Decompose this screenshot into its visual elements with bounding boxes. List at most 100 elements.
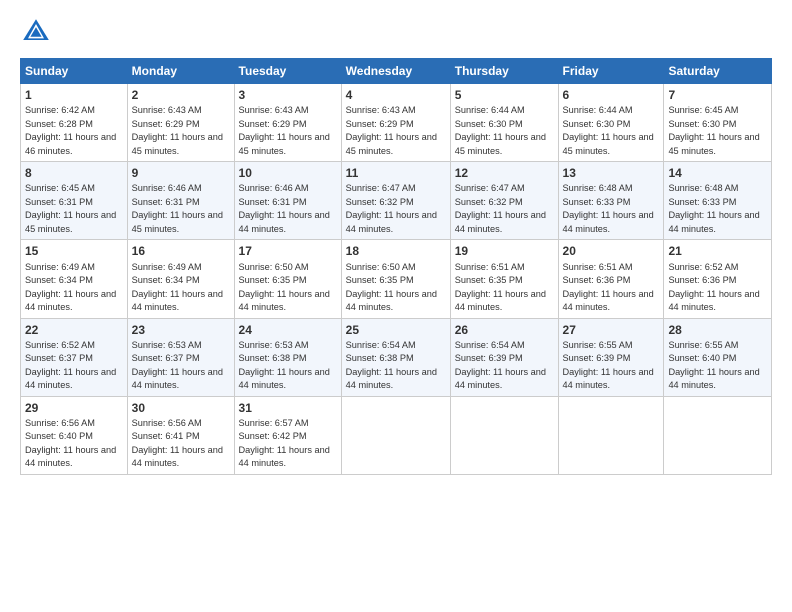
day-detail: Sunrise: 6:45 AM Sunset: 6:30 PM Dayligh… (668, 105, 759, 156)
day-detail: Sunrise: 6:50 AM Sunset: 6:35 PM Dayligh… (346, 262, 437, 313)
day-detail: Sunrise: 6:51 AM Sunset: 6:35 PM Dayligh… (455, 262, 546, 313)
calendar-cell: 19Sunrise: 6:51 AM Sunset: 6:35 PM Dayli… (450, 240, 558, 318)
column-header-saturday: Saturday (664, 59, 772, 84)
day-detail: Sunrise: 6:43 AM Sunset: 6:29 PM Dayligh… (239, 105, 330, 156)
header (20, 16, 772, 48)
day-detail: Sunrise: 6:43 AM Sunset: 6:29 PM Dayligh… (132, 105, 223, 156)
day-number: 16 (132, 243, 230, 259)
calendar-cell: 30Sunrise: 6:56 AM Sunset: 6:41 PM Dayli… (127, 396, 234, 474)
column-header-friday: Friday (558, 59, 664, 84)
day-detail: Sunrise: 6:46 AM Sunset: 6:31 PM Dayligh… (239, 183, 330, 234)
day-number: 29 (25, 400, 123, 416)
calendar-cell: 23 Sunrise: 6:53 AM Sunset: 6:37 PM Dayli… (127, 318, 234, 396)
day-number: 6 (563, 87, 660, 103)
logo (20, 16, 56, 48)
calendar-cell: 6 Sunrise: 6:44 AM Sunset: 6:30 PM Daylig… (558, 84, 664, 162)
day-number: 14 (668, 165, 767, 181)
day-number: 22 (25, 322, 123, 338)
day-number: 31 (239, 400, 337, 416)
calendar-cell: 24 Sunrise: 6:53 AM Sunset: 6:38 PM Dayli… (234, 318, 341, 396)
calendar-cell: 4 Sunrise: 6:43 AM Sunset: 6:29 PM Daylig… (341, 84, 450, 162)
day-detail: Sunrise: 6:47 AM Sunset: 6:32 PM Dayligh… (346, 183, 437, 234)
day-number: 5 (455, 87, 554, 103)
day-number: 8 (25, 165, 123, 181)
day-number: 10 (239, 165, 337, 181)
calendar-cell: 20Sunrise: 6:51 AM Sunset: 6:36 PM Dayli… (558, 240, 664, 318)
day-detail: Sunrise: 6:47 AM Sunset: 6:32 PM Dayligh… (455, 183, 546, 234)
day-detail: Sunrise: 6:55 AM Sunset: 6:40 PM Dayligh… (668, 340, 759, 391)
day-detail: Sunrise: 6:53 AM Sunset: 6:38 PM Dayligh… (239, 340, 330, 391)
day-number: 3 (239, 87, 337, 103)
day-detail: Sunrise: 6:53 AM Sunset: 6:37 PM Dayligh… (132, 340, 223, 391)
day-detail: Sunrise: 6:46 AM Sunset: 6:31 PM Dayligh… (132, 183, 223, 234)
calendar-cell: 27Sunrise: 6:55 AM Sunset: 6:39 PM Dayli… (558, 318, 664, 396)
day-number: 9 (132, 165, 230, 181)
day-detail: Sunrise: 6:43 AM Sunset: 6:29 PM Dayligh… (346, 105, 437, 156)
day-detail: Sunrise: 6:42 AM Sunset: 6:28 PM Dayligh… (25, 105, 116, 156)
calendar-cell: 13 Sunrise: 6:48 AM Sunset: 6:33 PM Dayli… (558, 162, 664, 240)
day-detail: Sunrise: 6:44 AM Sunset: 6:30 PM Dayligh… (563, 105, 654, 156)
day-number: 2 (132, 87, 230, 103)
day-number: 26 (455, 322, 554, 338)
day-number: 13 (563, 165, 660, 181)
day-number: 18 (346, 243, 446, 259)
column-header-tuesday: Tuesday (234, 59, 341, 84)
calendar-week-5: 29Sunrise: 6:56 AM Sunset: 6:40 PM Dayli… (21, 396, 772, 474)
day-number: 23 (132, 322, 230, 338)
calendar-cell (558, 396, 664, 474)
column-header-wednesday: Wednesday (341, 59, 450, 84)
calendar-cell: 16 Sunrise: 6:49 AM Sunset: 6:34 PM Dayli… (127, 240, 234, 318)
day-detail: Sunrise: 6:51 AM Sunset: 6:36 PM Dayligh… (563, 262, 654, 313)
calendar-cell: 3 Sunrise: 6:43 AM Sunset: 6:29 PM Daylig… (234, 84, 341, 162)
day-detail: Sunrise: 6:57 AM Sunset: 6:42 PM Dayligh… (239, 418, 330, 469)
day-detail: Sunrise: 6:44 AM Sunset: 6:30 PM Dayligh… (455, 105, 546, 156)
calendar-week-4: 22Sunrise: 6:52 AM Sunset: 6:37 PM Dayli… (21, 318, 772, 396)
calendar-cell: 14Sunrise: 6:48 AM Sunset: 6:33 PM Dayli… (664, 162, 772, 240)
calendar-cell: 22Sunrise: 6:52 AM Sunset: 6:37 PM Dayli… (21, 318, 128, 396)
day-number: 30 (132, 400, 230, 416)
calendar-cell: 29Sunrise: 6:56 AM Sunset: 6:40 PM Dayli… (21, 396, 128, 474)
day-detail: Sunrise: 6:49 AM Sunset: 6:34 PM Dayligh… (25, 262, 116, 313)
calendar-week-1: 1 Sunrise: 6:42 AM Sunset: 6:28 PM Daylig… (21, 84, 772, 162)
calendar-cell: 28 Sunrise: 6:55 AM Sunset: 6:40 PM Dayli… (664, 318, 772, 396)
calendar-header-row: SundayMondayTuesdayWednesdayThursdayFrid… (21, 59, 772, 84)
day-number: 27 (563, 322, 660, 338)
day-detail: Sunrise: 6:54 AM Sunset: 6:39 PM Dayligh… (455, 340, 546, 391)
calendar-cell (664, 396, 772, 474)
column-header-thursday: Thursday (450, 59, 558, 84)
day-detail: Sunrise: 6:50 AM Sunset: 6:35 PM Dayligh… (239, 262, 330, 313)
day-number: 7 (668, 87, 767, 103)
day-detail: Sunrise: 6:54 AM Sunset: 6:38 PM Dayligh… (346, 340, 437, 391)
logo-icon (20, 16, 52, 48)
day-detail: Sunrise: 6:52 AM Sunset: 6:36 PM Dayligh… (668, 262, 759, 313)
day-number: 21 (668, 243, 767, 259)
calendar-cell (341, 396, 450, 474)
day-number: 1 (25, 87, 123, 103)
day-number: 15 (25, 243, 123, 259)
calendar-cell (450, 396, 558, 474)
calendar-cell: 1 Sunrise: 6:42 AM Sunset: 6:28 PM Daylig… (21, 84, 128, 162)
calendar-cell: 5 Sunrise: 6:44 AM Sunset: 6:30 PM Daylig… (450, 84, 558, 162)
calendar-cell: 10 Sunrise: 6:46 AM Sunset: 6:31 PM Dayli… (234, 162, 341, 240)
column-header-sunday: Sunday (21, 59, 128, 84)
calendar-table: SundayMondayTuesdayWednesdayThursdayFrid… (20, 58, 772, 475)
calendar-cell: 15 Sunrise: 6:49 AM Sunset: 6:34 PM Dayli… (21, 240, 128, 318)
calendar-cell: 8 Sunrise: 6:45 AM Sunset: 6:31 PM Daylig… (21, 162, 128, 240)
day-number: 24 (239, 322, 337, 338)
day-number: 4 (346, 87, 446, 103)
day-detail: Sunrise: 6:49 AM Sunset: 6:34 PM Dayligh… (132, 262, 223, 313)
calendar-cell: 17 Sunrise: 6:50 AM Sunset: 6:35 PM Dayli… (234, 240, 341, 318)
calendar-cell: 12 Sunrise: 6:47 AM Sunset: 6:32 PM Dayli… (450, 162, 558, 240)
calendar-cell: 2 Sunrise: 6:43 AM Sunset: 6:29 PM Daylig… (127, 84, 234, 162)
day-number: 12 (455, 165, 554, 181)
day-detail: Sunrise: 6:48 AM Sunset: 6:33 PM Dayligh… (563, 183, 654, 234)
calendar-cell: 31 Sunrise: 6:57 AM Sunset: 6:42 PM Dayli… (234, 396, 341, 474)
calendar-cell: 7 Sunrise: 6:45 AM Sunset: 6:30 PM Daylig… (664, 84, 772, 162)
calendar-cell: 11Sunrise: 6:47 AM Sunset: 6:32 PM Dayli… (341, 162, 450, 240)
day-detail: Sunrise: 6:45 AM Sunset: 6:31 PM Dayligh… (25, 183, 116, 234)
day-number: 17 (239, 243, 337, 259)
day-number: 25 (346, 322, 446, 338)
calendar-cell: 25 Sunrise: 6:54 AM Sunset: 6:38 PM Dayli… (341, 318, 450, 396)
calendar-week-3: 15 Sunrise: 6:49 AM Sunset: 6:34 PM Dayli… (21, 240, 772, 318)
day-number: 28 (668, 322, 767, 338)
